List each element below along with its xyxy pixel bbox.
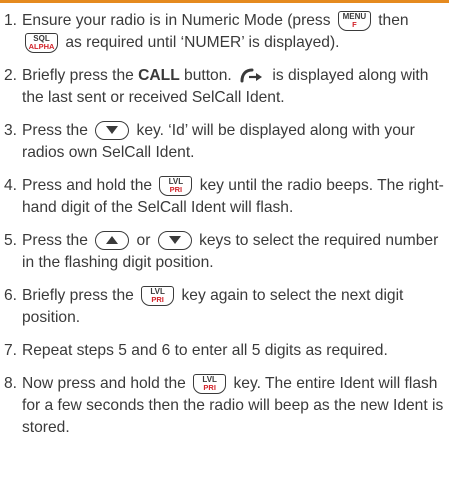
sql-alpha-key-icon: SQL ALPHA bbox=[25, 33, 58, 53]
step-3: 3. Press the key. ‘Id’ will be displayed… bbox=[4, 120, 446, 164]
step-text: Briefly press the LVL PRI key again to se… bbox=[22, 286, 404, 326]
step-6: 6. Briefly press the LVL PRI key again to… bbox=[4, 285, 446, 329]
down-arrow-key-icon bbox=[157, 231, 192, 250]
step-text: Press and hold the LVL PRI key until the … bbox=[22, 176, 444, 216]
step-number: 8. bbox=[4, 375, 18, 392]
call-send-icon bbox=[240, 68, 263, 83]
lvl-pri-key-icon: LVL PRI bbox=[159, 176, 193, 196]
step-number: 1. bbox=[4, 12, 18, 29]
menu-f-key-icon: MENU F bbox=[337, 11, 371, 31]
up-arrow-key-icon bbox=[95, 231, 130, 250]
lvl-pri-key-icon: LVL PRI bbox=[193, 374, 227, 394]
top-rule bbox=[0, 0, 449, 3]
lvl-pri-key-icon: LVL PRI bbox=[141, 286, 175, 306]
step-number: 2. bbox=[4, 67, 18, 84]
step-4: 4. Press and hold the LVL PRI key until t… bbox=[4, 175, 446, 219]
step-text: Now press and hold the LVL PRI key. The e… bbox=[22, 374, 444, 436]
instruction-list: 1. Ensure your radio is in Numeric Mode … bbox=[4, 10, 446, 450]
step-text: Ensure your radio is in Numeric Mode (pr… bbox=[22, 11, 409, 53]
step-7: 7. Repeat steps 5 and 6 to enter all 5 d… bbox=[4, 340, 446, 362]
step-number: 6. bbox=[4, 287, 18, 304]
step-8: 8. Now press and hold the LVL PRI key. Th… bbox=[4, 373, 446, 439]
step-number: 3. bbox=[4, 122, 18, 139]
step-number: 7. bbox=[4, 342, 18, 359]
step-text: Press the or keys to select the required… bbox=[22, 231, 439, 271]
step-5: 5. Press the or keys to select the requi… bbox=[4, 230, 446, 274]
step-1: 1. Ensure your radio is in Numeric Mode … bbox=[4, 10, 446, 54]
down-arrow-key-icon bbox=[95, 121, 130, 140]
step-2: 2. Briefly press the CALL button. is dis… bbox=[4, 65, 446, 109]
step-number: 4. bbox=[4, 177, 18, 194]
step-text: Press the key. ‘Id’ will be displayed al… bbox=[22, 121, 415, 161]
step-number: 5. bbox=[4, 232, 18, 249]
step-text: Briefly press the CALL button. is displa… bbox=[22, 67, 429, 106]
step-text: Repeat steps 5 and 6 to enter all 5 digi… bbox=[22, 342, 388, 359]
